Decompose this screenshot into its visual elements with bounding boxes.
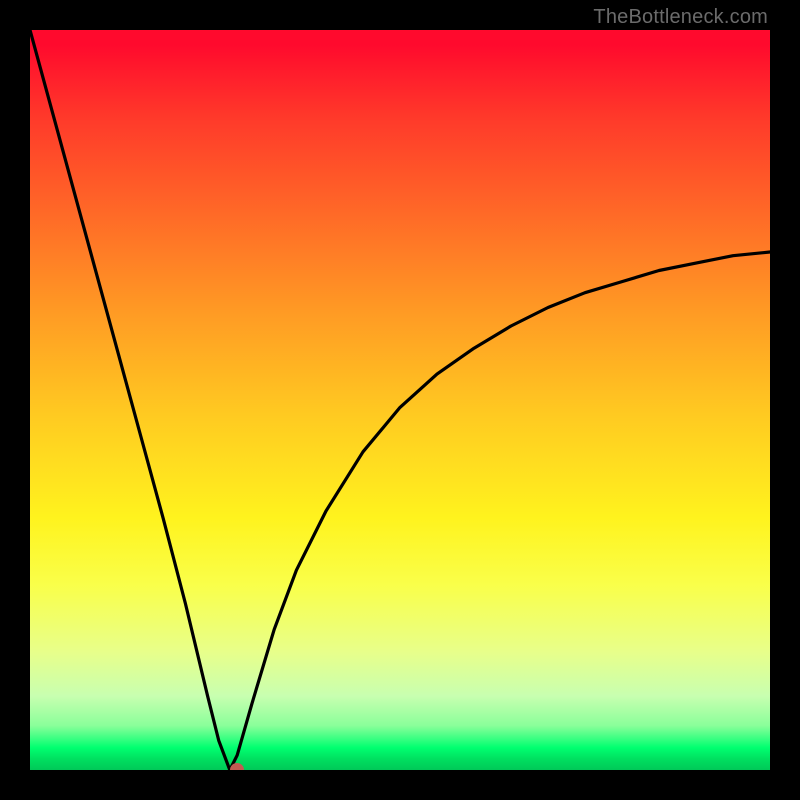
watermark-text: TheBottleneck.com — [593, 6, 768, 29]
chart-container: TheBottleneck.com — [0, 0, 800, 800]
optimum-marker — [230, 763, 244, 770]
plot-area — [30, 30, 770, 770]
bottleneck-curve — [30, 30, 770, 770]
